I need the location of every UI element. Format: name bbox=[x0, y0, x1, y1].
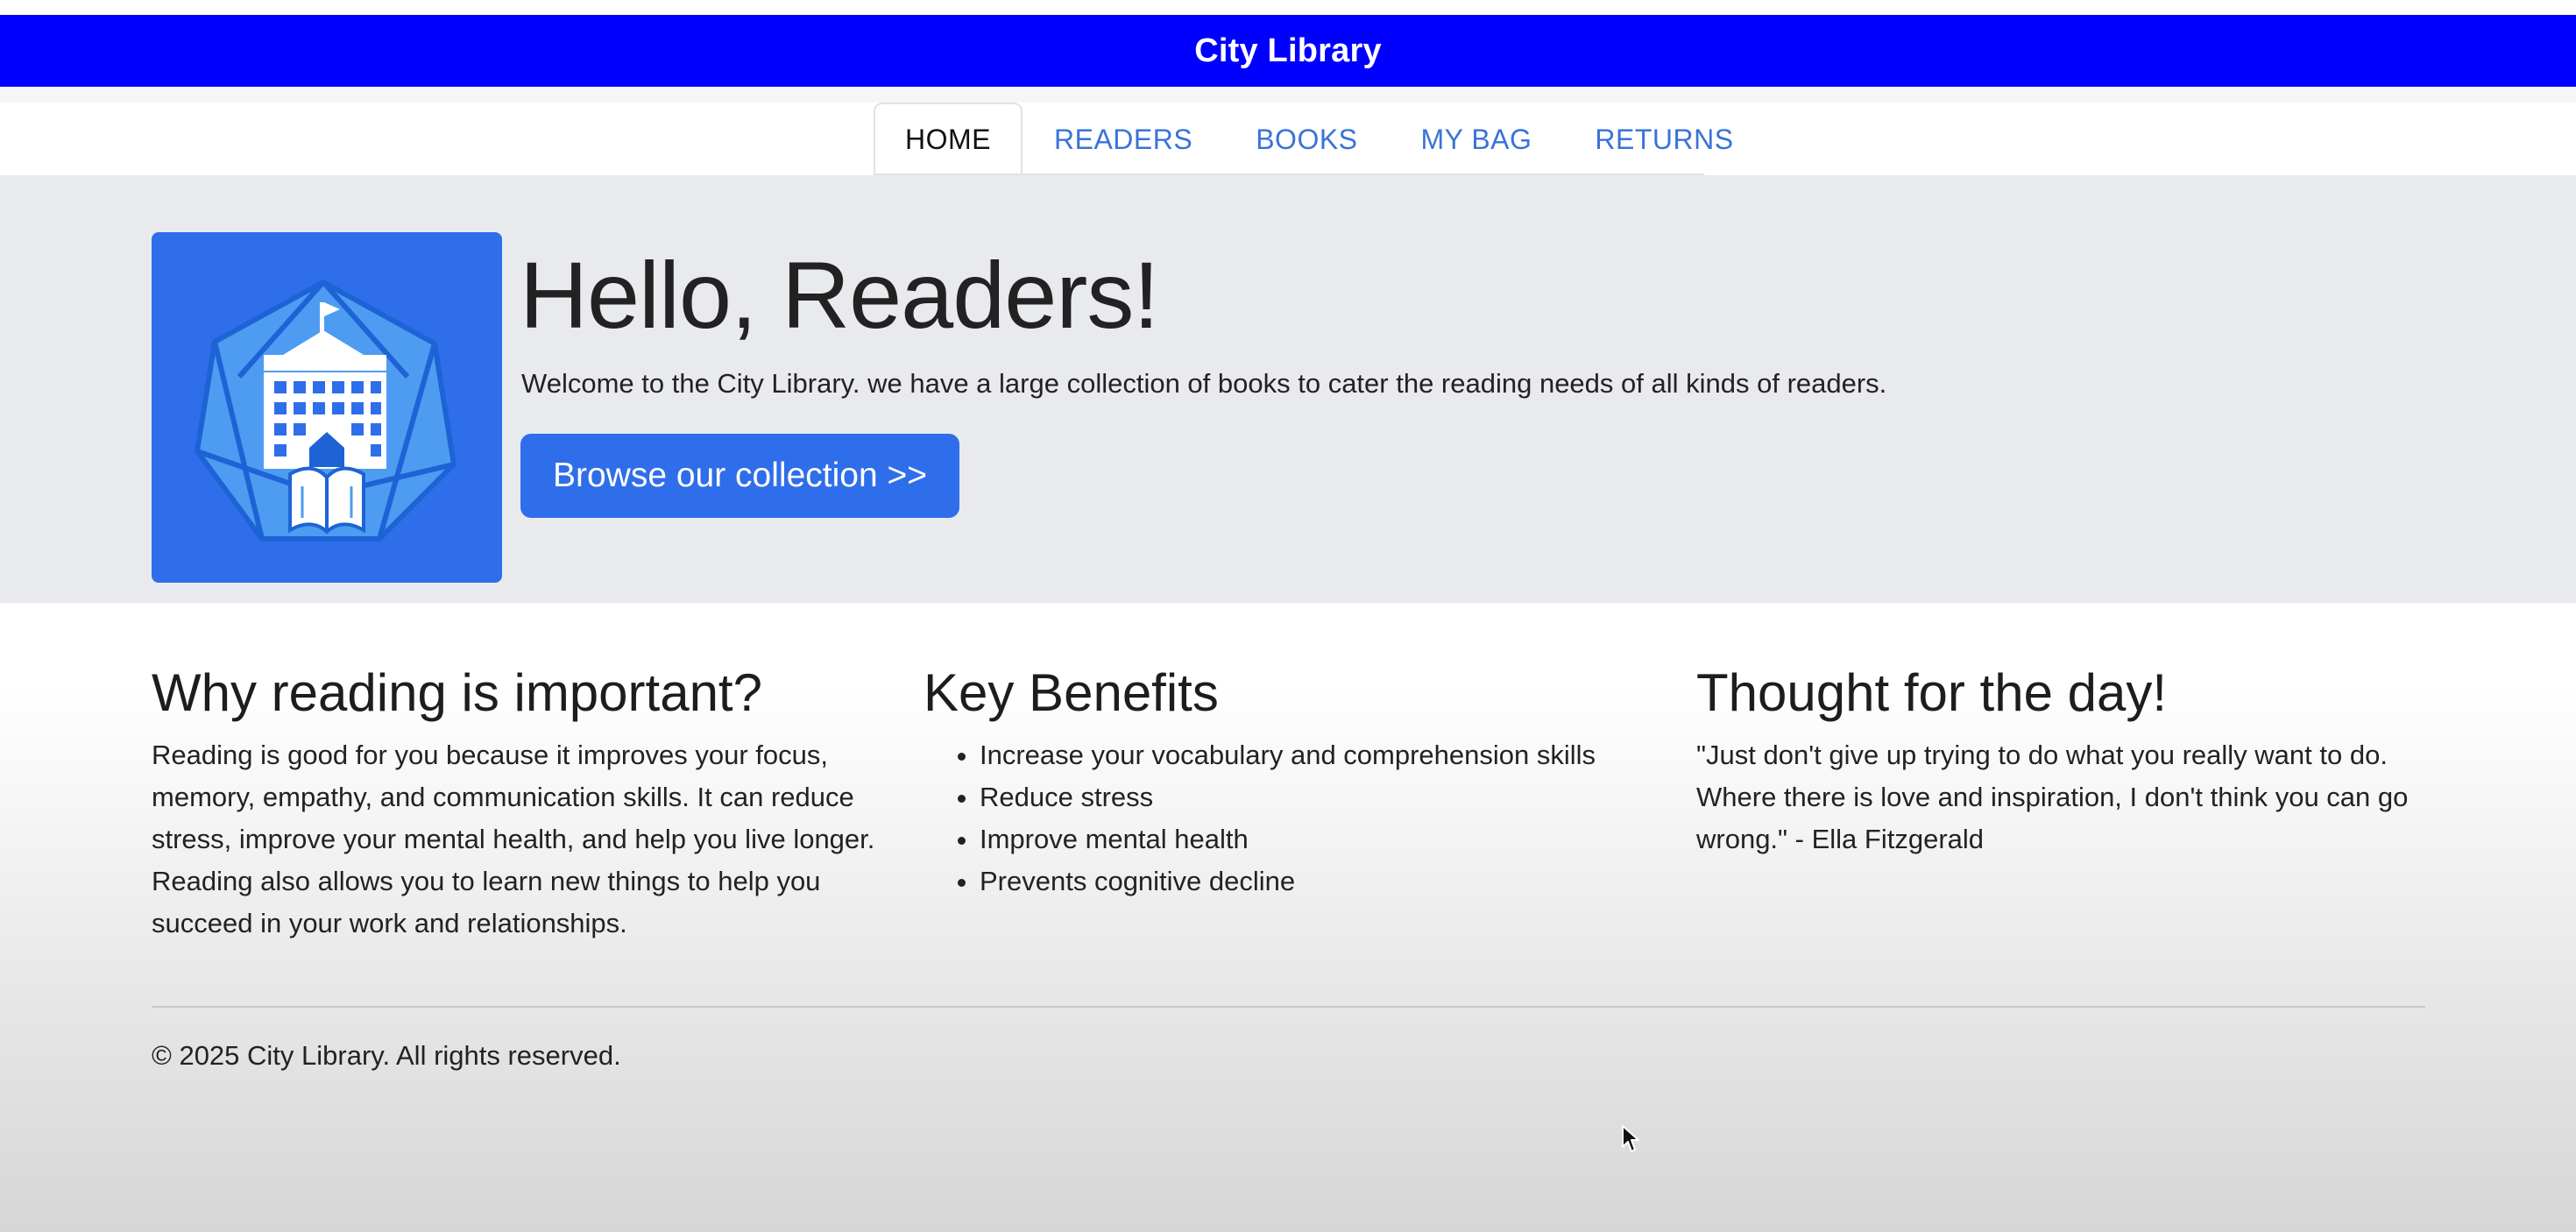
site-title-bar: City Library bbox=[0, 15, 2576, 87]
site-title: City Library bbox=[1194, 32, 1382, 69]
thought-of-day-section: Thought for the day! "Just don't give up… bbox=[1696, 659, 2424, 860]
thought-heading: Thought for the day! bbox=[1696, 663, 2168, 722]
list-item: Prevents cognitive decline bbox=[980, 860, 1668, 903]
tab-readers[interactable]: READERS bbox=[1023, 103, 1224, 175]
list-item: Reduce stress bbox=[980, 776, 1668, 818]
window-top-strip bbox=[0, 0, 2576, 15]
why-reading-section: Why reading is important? Reading is goo… bbox=[152, 659, 896, 945]
why-reading-heading: Why reading is important? bbox=[152, 663, 762, 722]
tab-books[interactable]: BOOKS bbox=[1224, 103, 1389, 175]
why-reading-text: Reading is good for you because it impro… bbox=[152, 740, 875, 938]
library-building-logo-icon bbox=[152, 232, 502, 583]
mouse-cursor-icon bbox=[1622, 1125, 1639, 1152]
tab-returns[interactable]: RETURNS bbox=[1563, 103, 1765, 175]
key-benefits-heading: Key Benefits bbox=[924, 663, 1219, 722]
tab-my-bag[interactable]: MY BAG bbox=[1390, 103, 1564, 175]
hero-title: Hello, Readers! bbox=[520, 242, 1159, 348]
footer-divider bbox=[152, 1006, 2425, 1008]
browse-collection-button[interactable]: Browse our collection >> bbox=[520, 434, 959, 518]
list-item: Increase your vocabulary and comprehensi… bbox=[980, 734, 1668, 776]
footer-copyright: © 2025 City Library. All rights reserved… bbox=[152, 1040, 621, 1071]
list-item: Improve mental health bbox=[980, 818, 1668, 860]
thought-quote: "Just don't give up trying to do what yo… bbox=[1696, 740, 2409, 854]
hero-subtitle: Welcome to the City Library. we have a l… bbox=[521, 368, 1887, 399]
key-benefits-list: Increase your vocabulary and comprehensi… bbox=[924, 734, 1668, 903]
tab-home[interactable]: HOME bbox=[874, 103, 1023, 175]
key-benefits-section: Key Benefits Increase your vocabulary an… bbox=[924, 659, 1668, 903]
main-nav-tabs: HOME READERS BOOKS MY BAG RETURNS bbox=[874, 103, 1766, 175]
